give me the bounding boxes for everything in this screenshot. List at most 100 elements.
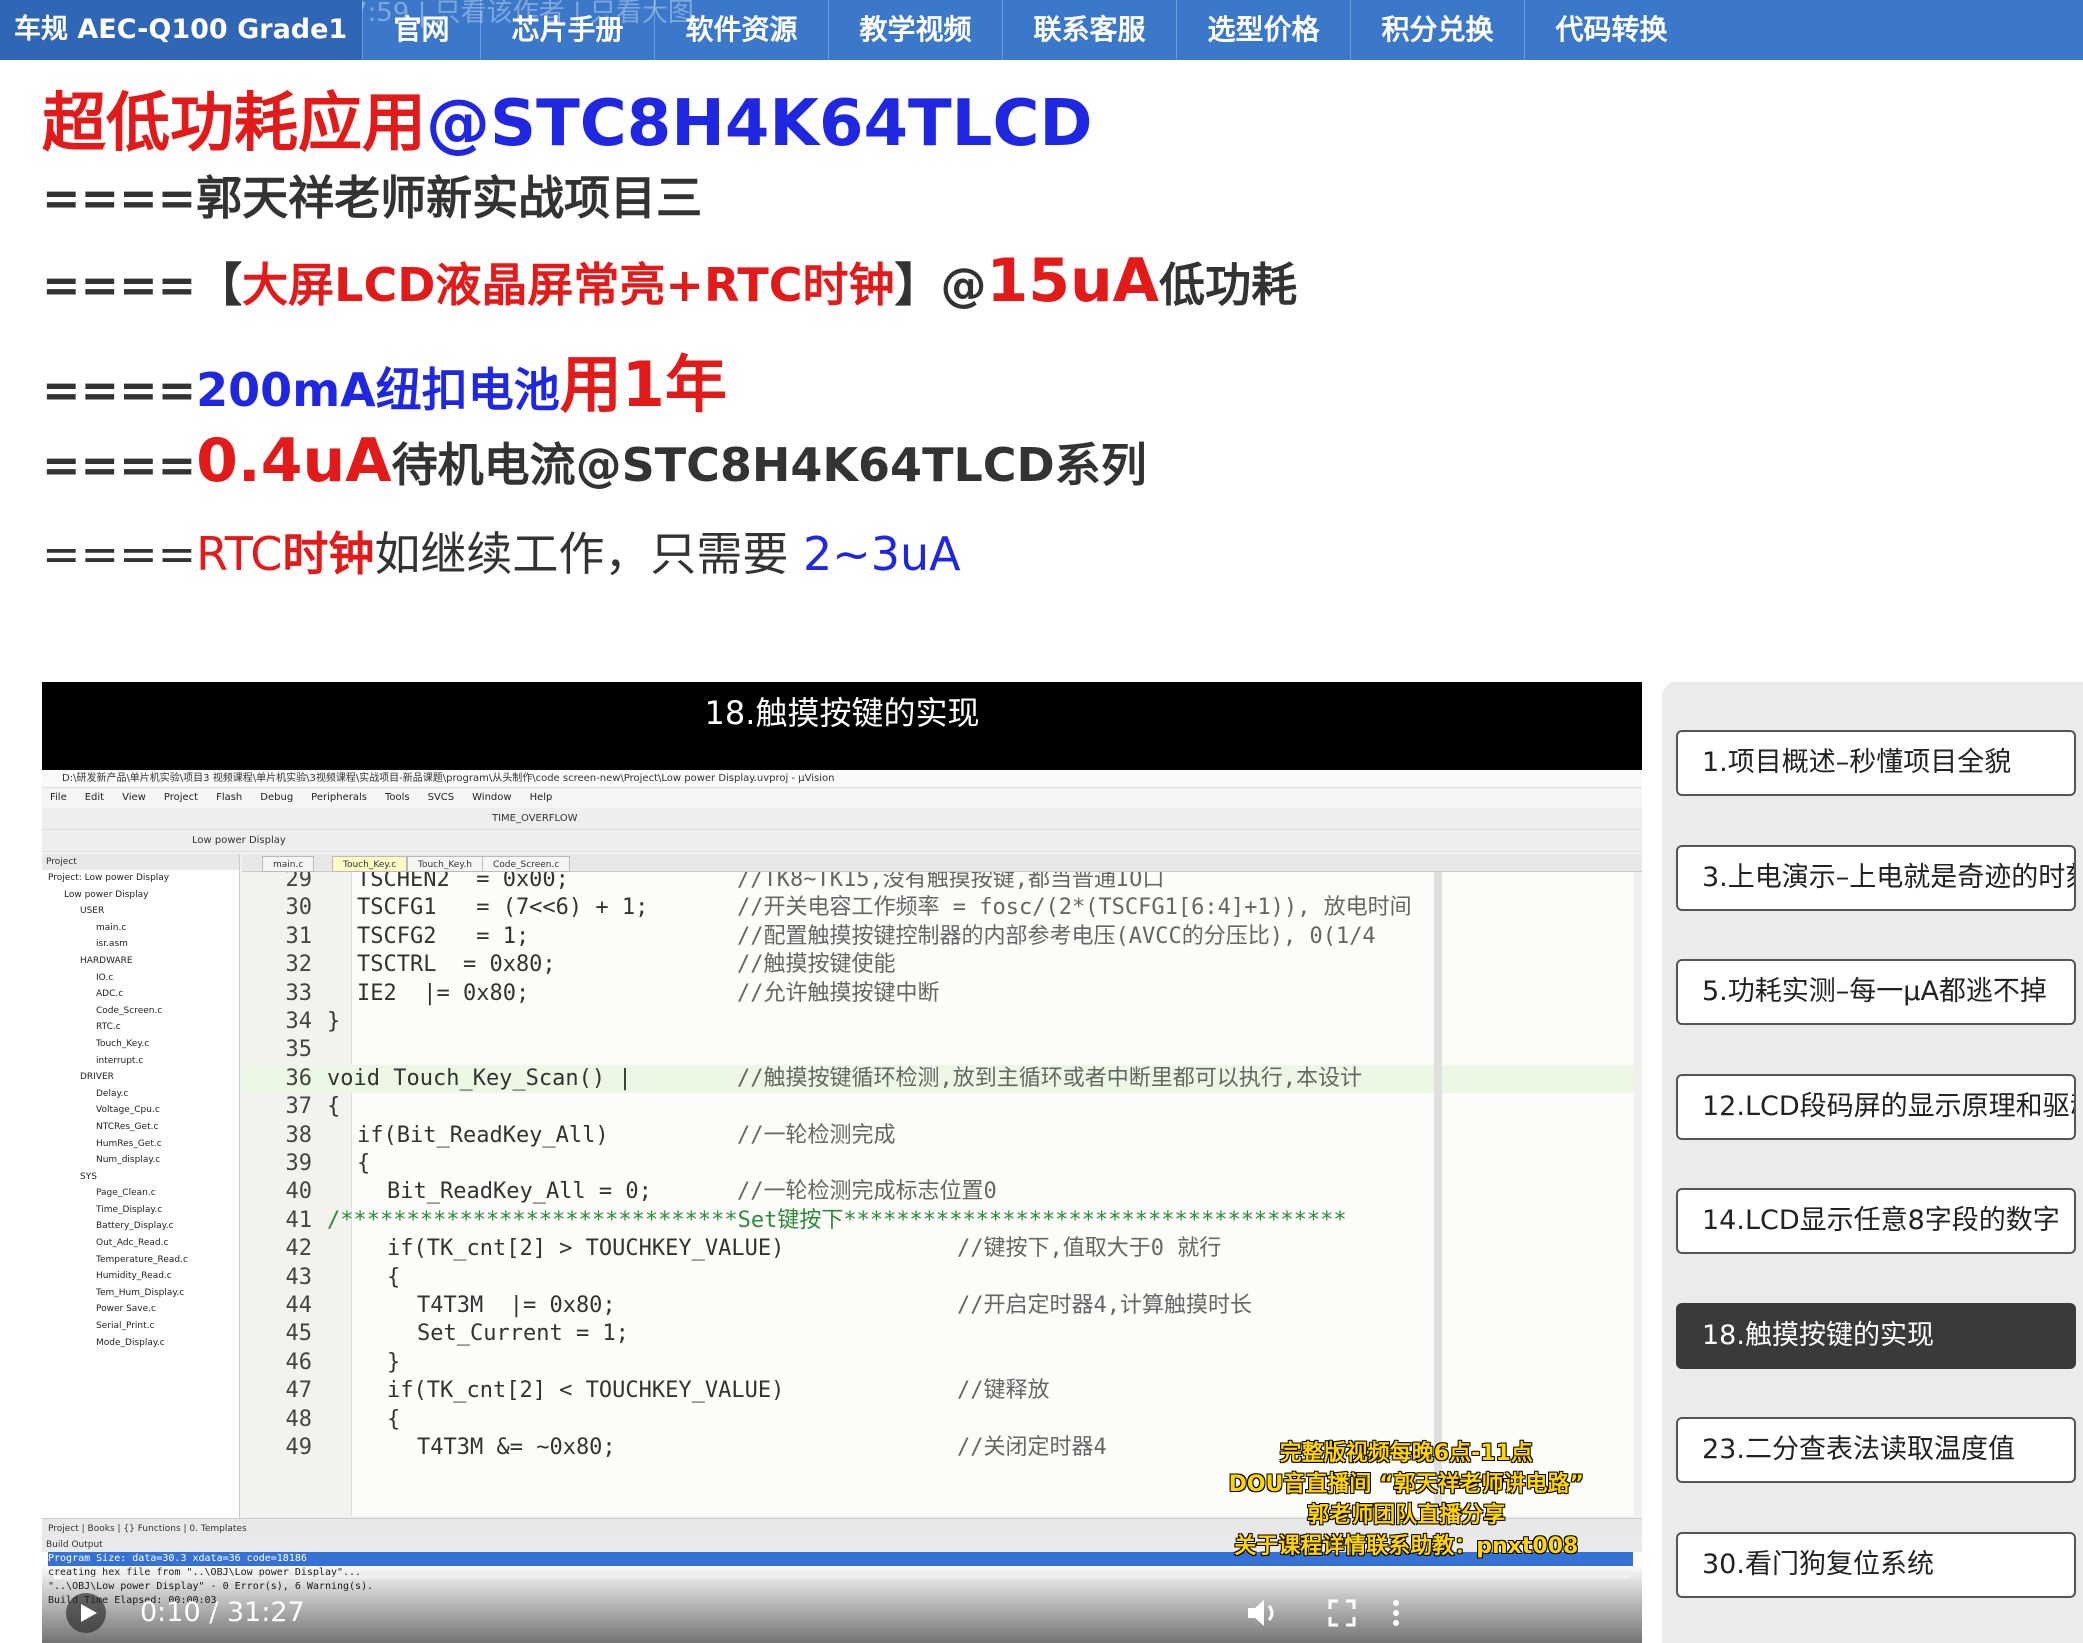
headline-line-2: ====郭天祥老师新实战项目三 (42, 171, 703, 225)
ide-window-title: D:\研发新产品\单片机实验\项目3 视频课程\单片机实验\3视频课程\实战项目… (42, 770, 1642, 788)
line-number: 39 (285, 1151, 313, 1176)
progress-fill (54, 1575, 62, 1579)
code-comment: //一轮检测完成 (737, 1122, 896, 1148)
nav-item-tutorial-videos[interactable]: 教学视频 (828, 0, 1002, 60)
ide-tree-item: Serial_Print.c (96, 1321, 155, 1332)
line-number: 41 (285, 1207, 313, 1233)
video-frame[interactable]: D:\研发新产品\单片机实验\项目3 视频课程\单片机实验\3视频课程\实战项目… (42, 770, 1642, 1643)
chapter-item[interactable]: 14.LCD显示任意8字段的数字 (1676, 1188, 2076, 1254)
code-text: { (357, 1151, 371, 1176)
code-comment: //开启定时器4,计算触摸时长 (957, 1293, 1252, 1318)
code-line: 29 TSCHEN2 = 0x00; //TK8~TK15,没有触摸按键,都当普通I… (242, 872, 1634, 894)
chapter-item[interactable]: 1.项目概述–秒懂项目全貌 (1676, 730, 2076, 796)
chapter-item[interactable]: 3.上电演示–上电就是奇迹的时刻 (1676, 844, 2076, 911)
nav-item-contact[interactable]: 联系客服 (1002, 0, 1176, 60)
code-line: 44 T4T3M |= 0x80; //开启定时器4,计算触摸时长 (242, 1292, 1634, 1320)
play-button[interactable] (66, 1593, 106, 1633)
time-display: 0:10 / 31:27 (140, 1597, 305, 1628)
chapter-item[interactable]: 12.LCD段码屏的显示原理和驱动 (1676, 1073, 2076, 1140)
video-title: 18.触摸按键的实现 (704, 694, 980, 732)
nav-item-software[interactable]: 软件资源 (654, 0, 828, 60)
line-number: 29 (285, 872, 313, 892)
code-text: TSCFG1 = (7<<6) + 1; (357, 895, 649, 921)
video-player[interactable]: 18.触摸按键的实现 D:\研发新产品\单片机实验\项目3 视频课程\单片机实验… (42, 682, 1642, 1643)
ide-tree-item: SYS (80, 1171, 97, 1182)
ide-tree-item: Battery_Display.c (96, 1221, 174, 1232)
line-number: 32 (285, 952, 313, 978)
code-line: 30 TSCFG1 = (7<<6) + 1; //开关电容工作频率 = fosc/… (242, 894, 1634, 922)
nav-item-official-site[interactable]: 官网 (362, 0, 480, 60)
headline-line-3: ====【大屏LCD液晶屏常亮+RTC时钟】@15uA低功耗 (42, 246, 1298, 316)
ide-editor-scrollbar (1434, 872, 1442, 1516)
chapter-item[interactable]: 30.看门狗复位系统 (1676, 1531, 2076, 1598)
chapter-item[interactable]: 23.二分查表法读取温度值 (1676, 1417, 2076, 1483)
ide-tree-item: Out_Adc_Read.c (96, 1238, 169, 1249)
ide-tree-item: Mode_Display.c (96, 1337, 165, 1348)
top-nav: 发表于 2024-9-2 13:27:59 | 只看该作者 | 只看大图 车规 … (0, 0, 2083, 60)
line-number: 49 (285, 1435, 313, 1460)
line-number: 46 (285, 1349, 313, 1375)
code-text: } (387, 1349, 401, 1375)
nav-brand[interactable]: 车规 AEC-Q100 Grade1 (0, 0, 362, 60)
ide-file-tabs: main.c Touch_Key.c Touch_Key.h Code_Screen.… (242, 854, 1642, 872)
ide-file-tab: main.c (262, 856, 315, 872)
chapter-item[interactable]: 5.功耗实测–每一μA都逃不掉 (1676, 959, 2076, 1025)
code-text: T4T3M |= 0x80; (417, 1293, 616, 1318)
nav-item-code-convert[interactable]: 代码转换 (1524, 0, 1698, 60)
headline-line-6: ====RTC时钟如继续工作，只需要 2~3uA (42, 527, 961, 581)
code-text: TSCFG2 = 1; (357, 923, 530, 949)
volume-icon[interactable] (1242, 1593, 1282, 1633)
fullscreen-icon[interactable] (1322, 1593, 1362, 1633)
ide-tree-item: Temperature_Read.c (96, 1254, 188, 1265)
ide-tree-item: Code_Screen.c (96, 1005, 163, 1016)
code-text: Bit_ReadKey_All = 0; (387, 1179, 652, 1205)
ide-file-tab: Code_Screen.c (482, 856, 571, 872)
ide-menu-item: Edit (84, 792, 105, 803)
more-options-icon[interactable] (1376, 1593, 1416, 1633)
nav-item-pricing[interactable]: 选型价格 (1176, 0, 1350, 60)
code-comment: //关闭定时器4 (957, 1435, 1107, 1460)
line-number: 31 (285, 923, 313, 949)
ide-tree-item: Num_display.c (96, 1155, 161, 1166)
line-number: 44 (285, 1293, 313, 1318)
code-line: 31 TSCFG2 = 1; //配置触摸按键控制器的内部参考电压(AVCC的分压比… (242, 923, 1634, 951)
code-text: if(TK_cnt[2] < TOUCHKEY_VALUE) (387, 1378, 785, 1404)
ide-tree-item: NTCRes_Get.c (96, 1121, 159, 1132)
code-text: if(TK_cnt[2] > TOUCHKEY_VALUE) (387, 1236, 785, 1262)
line-number: 47 (285, 1378, 313, 1404)
ide-toolbar-2: Low power Display (42, 830, 1642, 852)
code-comment: //键按下,值取大于0 就行 (957, 1236, 1222, 1262)
ide-file-tab: Touch_Key.h (407, 856, 483, 872)
video-promo-overlay: 完整版视频每晚6点-11点 DOU音直播间 “郭天祥老师讲电路” 郭老师团队直播分享… (1229, 1438, 1584, 1562)
code-line: 41 /******************************Set键按下*… (242, 1207, 1634, 1235)
promo-line: 关于课程详情联系助教：pnxt008 (1234, 1534, 1579, 1559)
ide-menu-item: Flash (216, 792, 243, 803)
chapter-item[interactable]: 18.触摸按键的实现 (1676, 1302, 2076, 1369)
code-comment: //TK8~TK15,没有触摸按键,都当普通IO口 (737, 872, 1165, 892)
play-icon (81, 1604, 97, 1622)
code-line: 37 { (242, 1093, 1634, 1121)
progress-bar[interactable] (54, 1575, 1630, 1579)
ide-tree-item: Voltage_Cpu.c (96, 1105, 160, 1116)
headline-line-5: ====0.4uA待机电流@STC8H4K64TLCD系列 (42, 426, 1147, 496)
code-text: TSCHEN2 = 0x00; (357, 872, 569, 892)
nav-item-points[interactable]: 积分兑换 (1350, 0, 1524, 60)
ide-tree-item: main.c (96, 922, 127, 933)
ide-file-tab: Touch_Key.c (332, 856, 408, 872)
ide-menu-item: Window (472, 792, 512, 803)
line-number: 43 (285, 1264, 313, 1290)
nav-item-datasheets[interactable]: 芯片手册 (480, 0, 654, 60)
code-text: T4T3M &= ~0x80; (417, 1435, 616, 1460)
ide-tree-item: Project: Low power Display (48, 873, 170, 883)
chapter-list: 1.项目概述–秒懂项目全貌 3.上电演示–上电就是奇迹的时刻 5.功耗实测–每一μA… (1662, 682, 2083, 1643)
line-number: 33 (285, 980, 313, 1006)
code-comment: //允许触摸按键中断 (737, 980, 940, 1006)
ide-menu-item: Project (163, 792, 199, 803)
line-number: 36 (285, 1065, 313, 1091)
code-line: 42 if(TK_cnt[2] > TOUCHKEY_VALUE) //键按下,值取… (242, 1235, 1634, 1263)
ide-tree-item: interrupt.c (96, 1055, 144, 1066)
ide-menu-item: File (50, 792, 67, 803)
code-line: 32 TSCTRL = 0x80; //触摸按键使能 (242, 951, 1634, 979)
ide-tree-item: IO.c (96, 972, 114, 983)
ide-tree-item: Tem_Hum_Display.c (96, 1287, 185, 1298)
